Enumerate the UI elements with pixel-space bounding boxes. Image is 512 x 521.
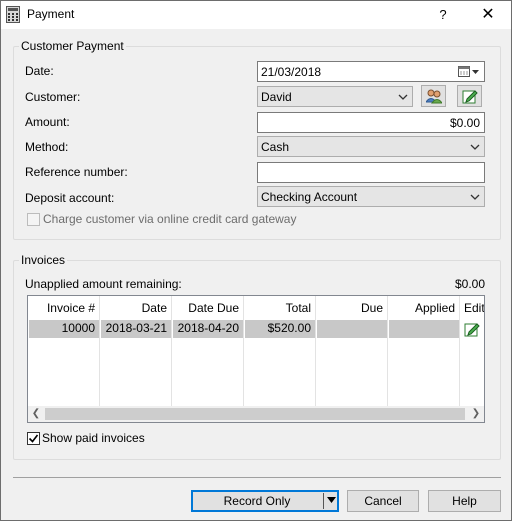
dropdown-arrow-icon[interactable] <box>327 497 336 504</box>
table-row[interactable]: 10000 2018-03-21 2018-04-20 $520.00 <box>28 320 484 338</box>
show-paid-label: Show paid invoices <box>42 431 145 445</box>
date-label: Date: <box>25 64 54 78</box>
deposit-value: Checking Account <box>261 190 358 204</box>
calendar-dropdown-icon[interactable] <box>458 65 480 78</box>
invoices-table[interactable]: Invoice # Date Date Due Total Due Applie… <box>27 295 485 423</box>
date-field[interactable]: 21/03/2018 <box>257 61 485 82</box>
column-header[interactable]: Edit <box>460 301 484 315</box>
amount-value: $0.00 <box>449 116 480 130</box>
amount-label: Amount: <box>25 115 70 129</box>
reference-label: Reference number: <box>25 165 128 179</box>
chevron-down-icon <box>398 94 408 100</box>
scroll-thumb[interactable] <box>45 408 465 420</box>
help-button[interactable]: Help <box>428 490 501 512</box>
users-icon <box>426 89 442 104</box>
customer-select[interactable]: David <box>257 86 413 107</box>
amount-field[interactable]: $0.00 <box>257 112 485 133</box>
invoice-number-cell: 10000 <box>29 320 99 338</box>
unapplied-label: Unapplied amount remaining: <box>25 277 182 291</box>
method-value: Cash <box>261 140 290 154</box>
unapplied-value: $0.00 <box>454 277 485 291</box>
invoices-title: Invoices <box>19 253 68 267</box>
column-header[interactable]: Due <box>316 301 383 315</box>
customer-edit-button[interactable] <box>457 85 482 107</box>
customer-value: David <box>261 90 292 104</box>
scroll-right-icon[interactable]: ❯ <box>470 408 482 420</box>
date-value: 21/03/2018 <box>261 65 322 79</box>
invoice-total-cell: $520.00 <box>245 320 315 338</box>
checkmark-icon <box>28 434 39 443</box>
title-bar: Payment ? ✕ <box>1 1 511 29</box>
calculator-icon <box>6 6 20 23</box>
customer-lookup-button[interactable] <box>421 85 446 107</box>
window-title: Payment <box>27 7 75 21</box>
chevron-down-icon <box>470 144 480 150</box>
record-only-button[interactable]: Record Only <box>191 490 339 512</box>
deposit-label: Deposit account: <box>25 191 115 205</box>
payment-dialog: Payment ? ✕ Customer Payment Date: 21/03… <box>0 0 512 521</box>
method-label: Method: <box>25 140 69 154</box>
show-paid-checkbox[interactable] <box>27 432 40 445</box>
close-button[interactable]: ✕ <box>477 5 499 25</box>
column-header[interactable]: Total <box>244 301 311 315</box>
customer-label: Customer: <box>25 90 81 104</box>
column-header[interactable]: Applied <box>388 301 455 315</box>
invoice-applied-cell[interactable] <box>389 320 459 338</box>
invoice-due-cell[interactable] <box>317 320 387 338</box>
cancel-button[interactable]: Cancel <box>347 490 419 512</box>
charge-online-checkbox[interactable] <box>27 213 40 226</box>
deposit-account-select[interactable]: Checking Account <box>257 186 485 207</box>
record-only-label: Record Only <box>223 494 291 508</box>
help-title-button[interactable]: ? <box>433 5 453 25</box>
customer-payment-title: Customer Payment <box>19 39 126 53</box>
scroll-left-icon[interactable]: ❮ <box>30 408 42 420</box>
table-header: Invoice # Date Date Due Total Due Applie… <box>28 296 484 320</box>
charge-online-label: Charge customer via online credit card g… <box>43 212 297 226</box>
reference-field[interactable] <box>257 162 485 183</box>
chevron-down-icon <box>470 194 480 200</box>
split-divider <box>323 493 324 509</box>
edit-pencil-icon <box>462 90 478 104</box>
edit-pencil-icon[interactable] <box>464 321 480 337</box>
footer-divider <box>13 477 501 478</box>
horizontal-scrollbar[interactable]: ❮ ❯ <box>28 406 484 422</box>
column-header[interactable]: Date <box>100 301 167 315</box>
invoice-date-due-cell: 2018-04-20 <box>173 320 243 338</box>
invoice-date-cell: 2018-03-21 <box>101 320 171 338</box>
column-header[interactable]: Date Due <box>172 301 239 315</box>
column-header[interactable]: Invoice # <box>28 301 95 315</box>
method-select[interactable]: Cash <box>257 136 485 157</box>
